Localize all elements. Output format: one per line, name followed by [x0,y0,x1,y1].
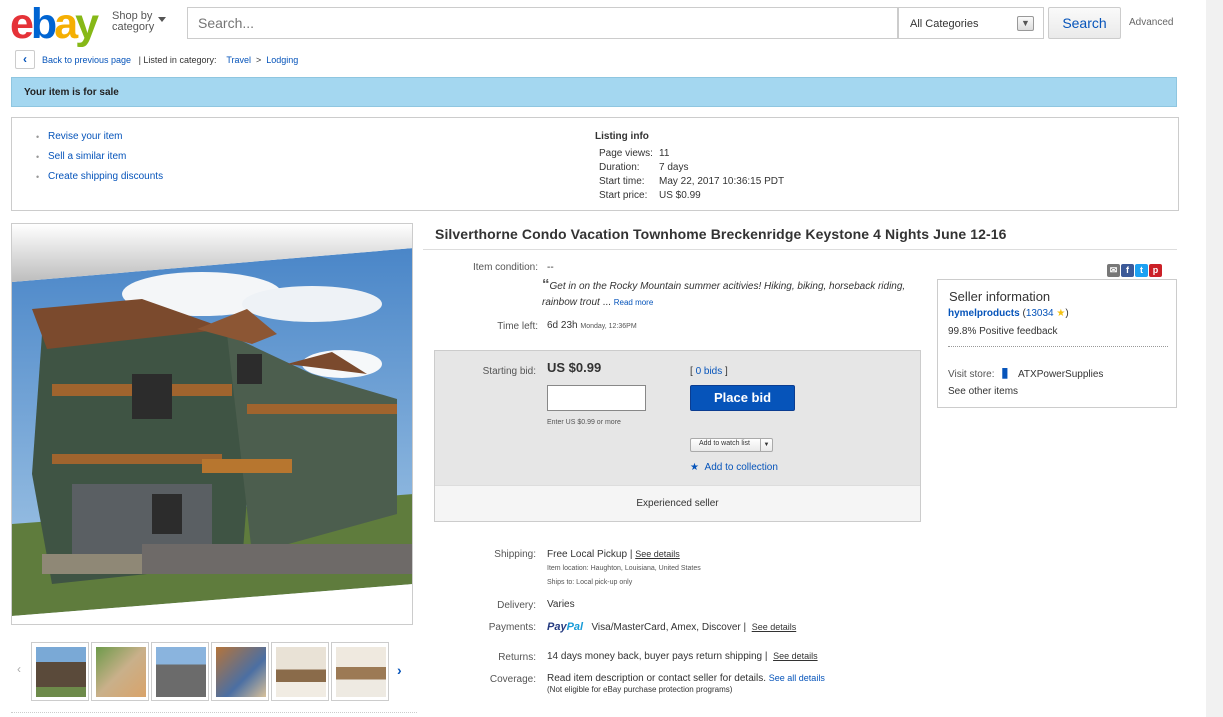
chevron-left-icon[interactable]: ‹ [17,662,21,676]
chevron-down-icon[interactable]: ▼ [1017,16,1034,31]
payments-see-details[interactable]: See details [752,622,797,632]
payments-value: PayPal Visa/MasterCard, Amex, Discover |… [547,621,797,633]
chevron-right-icon[interactable]: › [397,662,402,678]
coverage-see-all-link[interactable]: See all details [769,673,825,683]
chevron-down-icon[interactable] [158,17,166,22]
email-icon[interactable]: ✉ [1107,264,1120,277]
shipping-label: Shipping: [494,549,536,560]
seller-info-panel: Seller information hymelproducts (13034 … [937,279,1177,408]
positive-feedback: 99.8% Positive feedback [948,326,1058,337]
bids-link[interactable]: 0 bids [696,366,723,377]
store-link[interactable]: ATXPowerSupplies [1018,369,1103,380]
item-title: Silverthorne Condo Vacation Townhome Bre… [435,226,1007,242]
breadcrumb: Back to previous page | Listed in catego… [42,55,299,65]
chevron-down-icon[interactable]: ▼ [760,439,772,451]
condition-label: Item condition: [472,262,538,273]
sell-similar-link[interactable]: Sell a similar item [36,152,163,163]
category-select[interactable]: All Categories ▼ [898,7,1044,39]
shipping-discounts-link[interactable]: Create shipping discounts [36,172,163,183]
returns-value: 14 days money back, buyer pays return sh… [547,651,818,662]
delivery-value: Varies [547,599,575,610]
ebay-logo[interactable]: ebay [10,2,99,46]
back-link[interactable]: Back to previous page [42,55,131,65]
townhome-photo [12,224,412,624]
bids-count: [ 0 bids ] [690,366,728,377]
divider [948,346,1168,347]
add-to-collection-link[interactable]: ★ Add to collection [690,462,778,473]
revise-item-link[interactable]: Revise your item [36,132,163,143]
advanced-search-link[interactable]: Advanced [1129,17,1173,28]
breadcrumb-travel[interactable]: Travel [226,55,251,65]
condition-value: -- [547,262,554,273]
thumbnail[interactable] [271,642,329,701]
divider [11,712,417,713]
divider [423,249,1177,250]
shop-by-category[interactable]: Shop by category [112,11,154,33]
starting-bid-label: Starting bid: [482,366,536,377]
place-bid-button[interactable]: Place bid [690,385,795,411]
search-input-wrapper[interactable] [187,7,898,39]
time-left-label: Time left: [497,321,538,332]
share-icons: ✉ f t p [1106,260,1162,278]
ships-to: Ships to: Local pick-up only [547,579,633,586]
see-other-items-link[interactable]: See other items [948,386,1018,397]
add-to-watch-list-button[interactable]: Add to watch list ▼ [690,438,773,452]
scrollbar[interactable] [1206,0,1223,717]
item-location: Item location: Haughton, Louisiana, Unit… [547,565,701,572]
facebook-icon[interactable]: f [1121,264,1134,277]
twitter-icon[interactable]: t [1135,264,1148,277]
sale-status-bar: Your item is for sale [11,77,1177,107]
experienced-seller-badge: Experienced seller [435,485,920,521]
thumbnail[interactable] [91,642,149,701]
store-icon: ▮ [1001,364,1009,380]
feedback-score-link[interactable]: 13034 [1026,308,1054,319]
shipping-see-details[interactable]: See details [635,549,680,559]
search-input[interactable] [188,8,897,38]
thumbnail[interactable] [211,642,269,701]
payments-label: Payments: [488,622,536,633]
main-item-image[interactable] [11,223,413,625]
bid-amount-input[interactable] [547,385,646,411]
bid-hint: Enter US $0.99 or more [547,419,621,426]
coverage-label: Coverage: [489,674,536,685]
thumbnail[interactable] [331,642,389,701]
thumbnail[interactable] [31,642,89,701]
visit-store-label: Visit store: [948,369,995,380]
returns-see-details[interactable]: See details [773,651,818,661]
seller-actions: Revise your item Sell a similar item Cre… [36,132,163,192]
quote-icon: “ [542,276,550,293]
search-button[interactable]: Search [1048,7,1121,39]
breadcrumb-lodging[interactable]: Lodging [266,55,298,65]
star-icon: ★ [690,462,699,473]
coverage-note: (Not eligible for eBay purchase protecti… [547,685,733,694]
starting-bid-value: US $0.99 [547,360,602,375]
listing-info-title: Listing info [595,131,649,142]
time-left-value: 6d 23h Monday, 12:36PM [547,320,637,331]
back-arrow-icon[interactable]: ‹ [15,50,35,69]
paypal-logo: PayPal [547,621,584,633]
returns-label: Returns: [498,652,536,663]
listing-panel: Revise your item Sell a similar item Cre… [11,117,1179,211]
seller-name-link[interactable]: hymelproducts [948,308,1020,319]
pinterest-icon[interactable]: p [1149,264,1162,277]
delivery-label: Delivery: [497,600,536,611]
coverage-value: Read item description or contact seller … [547,673,825,684]
listing-info: Page views: 11 Duration: 7 days Start time… [599,148,785,201]
shipping-value: Free Local Pickup | See details [547,549,680,560]
read-more-link[interactable]: Read more [614,298,654,307]
seller-name-row: hymelproducts (13034 ★) [948,308,1069,319]
item-quote: “Get in on the Rocky Mountain summer aci… [542,276,906,309]
thumbnail[interactable] [151,642,209,701]
seller-info-title: Seller information [949,289,1051,304]
